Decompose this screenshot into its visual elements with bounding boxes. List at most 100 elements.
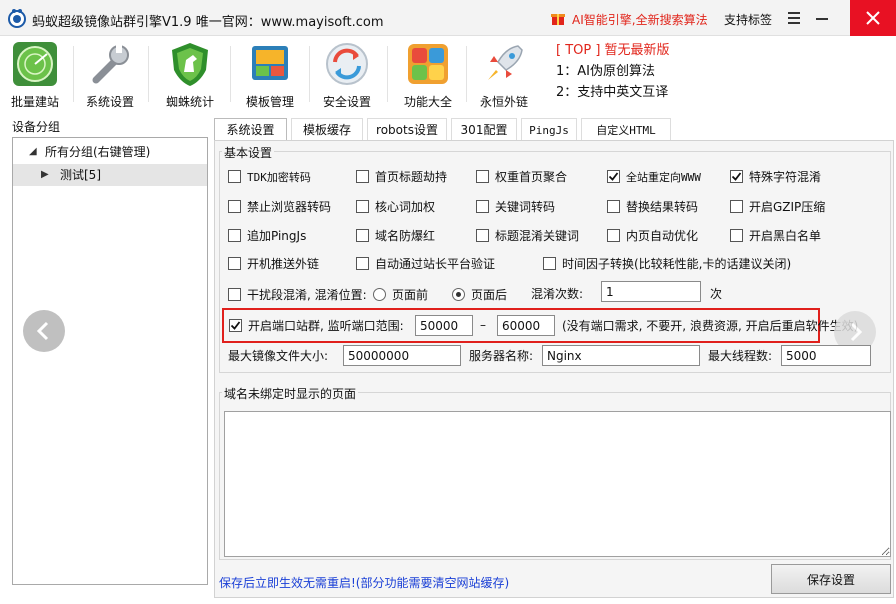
toolbar-spider-stats[interactable]: 蜘蛛统计 [155,40,225,110]
port-to-input[interactable] [497,315,555,336]
checkbox-box[interactable] [730,200,743,213]
close-icon [866,11,880,25]
obfuscate-count-unit: 次 [710,287,723,301]
tree-root-all-groups[interactable]: ◢ 所有分组(右键管理) [13,141,207,163]
toolbar-divider [148,46,149,102]
checkbox-label: 开启端口站群, 监听端口范围: [248,319,404,333]
toolbar-divider [73,46,74,102]
toolbar-divider [387,46,388,102]
max-threads-input[interactable] [781,345,871,366]
checkbox-box[interactable] [356,257,369,270]
gift-icon [551,14,565,25]
checkbox-box[interactable] [543,257,556,270]
ai-engine-link[interactable]: AI智能引擎,全新搜索算法 [572,11,708,28]
radio-label: 页面后 [471,288,508,302]
checkbox-box[interactable] [730,170,743,183]
chevron-down-icon[interactable]: ◢ [29,141,37,163]
tab-template-cache[interactable]: 模板缓存 [291,118,363,140]
shield-horse-icon [172,43,208,86]
checkbox-box[interactable] [356,229,369,242]
support-tags-link[interactable]: 支持标签 [724,11,772,28]
checkbox-label: 核心词加权 [375,200,436,214]
checkbox-box[interactable] [476,229,489,242]
toolbar-permanent-links[interactable]: 永恒外链 [469,40,539,110]
tab-custom-html[interactable]: 自定义HTML [581,118,671,140]
tab-label: 模板缓存 [302,123,351,137]
basic-settings-legend: 基本设置 [222,144,275,161]
window-title: 蚂蚁超级镜像站群引擎V1.9 唯一官网：www.mayisoft.com [32,15,384,30]
toolbar-label: 批量建站 [10,95,59,109]
notice-line: 2：支持中英文互译 [556,85,669,100]
checkbox-label: 域名防爆红 [375,229,436,243]
checkbox-box[interactable] [356,200,369,213]
save-button[interactable]: 保存设置 [771,564,891,594]
checkbox-label: 开启黑白名单 [749,229,822,243]
tab-pingjs[interactable]: PingJs [521,118,577,140]
checkbox-box[interactable] [229,319,242,332]
max-file-size-label: 最大镜像文件大小: [228,349,329,363]
radio-circle[interactable] [452,288,465,301]
toolbar-label: 永恒外链 [479,95,528,109]
tab-label: 系统设置 [226,123,275,137]
notice-top: [ TOP ] 暂无最新版 [556,43,670,58]
toolbar-system-settings[interactable]: 系统设置 [75,40,145,110]
checkbox-box[interactable] [607,229,620,242]
chevron-right-icon[interactable]: ▶ [41,164,49,186]
device-group-title: 设备分组 [12,120,61,134]
tab-robots[interactable]: robots设置 [367,118,447,140]
tree-item-test[interactable]: ▶ 测试[5] [13,164,207,186]
nav-prev-button[interactable] [23,310,65,352]
port-from-input[interactable] [415,315,473,336]
app-grid-icon [408,44,448,84]
settings-tabs: 系统设置 模板缓存 robots设置 301配置 PingJs 自定义HTML [214,118,894,141]
unbound-page-textarea[interactable] [224,411,891,557]
minimize-icon[interactable] [812,8,832,28]
title-bar: 蚂蚁超级镜像站群引擎V1.9 唯一官网：www.mayisoft.com AI智… [0,0,896,36]
close-button[interactable] [850,0,896,36]
main-toolbar: 批量建站 系统设置 蜘蛛统计 模板管理 安全设置 功能大全 永恒外链 [TOP… [0,36,896,114]
checkbox-box[interactable] [476,200,489,213]
obfuscate-count-label: 混淆次数: [531,287,584,301]
tree-item-label: 所有分组(右键管理) [45,145,151,159]
toolbar-label: 蜘蛛统计 [165,95,214,109]
port-range-dash: – [480,318,486,332]
chevron-left-icon [36,321,49,341]
toolbar-label: 安全设置 [322,95,371,109]
server-name-input[interactable] [542,345,700,366]
checkbox-label: 关键词转码 [495,200,556,214]
notice-line: 1：AI伪原创算法 [556,64,655,79]
checkbox-box[interactable] [607,200,620,213]
checkbox-box[interactable] [730,229,743,242]
toolbar-security-settings[interactable]: 安全设置 [312,40,382,110]
refresh-circle-icon [326,43,368,85]
toolbar-label: 模板管理 [245,95,294,109]
checkbox-box[interactable] [228,170,241,183]
checkbox-box[interactable] [228,288,241,301]
max-file-size-input[interactable] [343,345,461,366]
menu-icon[interactable] [786,12,802,24]
checkbox-label: 时间因子转换(比较耗性能,卡的话建议关闭) [562,257,792,271]
checkbox-box[interactable] [228,200,241,213]
checkbox-label: 禁止浏览器转码 [247,200,332,214]
checkbox-box[interactable] [356,170,369,183]
toolbar-divider [230,46,231,102]
checkbox-box[interactable] [228,257,241,270]
check-icon [230,321,241,330]
checkbox-box[interactable] [228,229,241,242]
checkbox-box[interactable] [607,170,620,183]
checkbox-box[interactable] [476,170,489,183]
checkbox-label: 首页标题劫持 [375,170,448,184]
server-name-label: 服务器名称: [469,349,534,363]
tab-301[interactable]: 301配置 [451,118,517,140]
tab-system-settings[interactable]: 系统设置 [214,118,287,141]
save-note: 保存后立即生效无需重启!(部分功能需要清空网站缓存) [219,576,510,590]
checkbox-label: 开机推送外链 [247,257,320,271]
checkbox-label: 权重首页聚合 [495,170,568,184]
toolbar-template-manage[interactable]: 模板管理 [235,40,305,110]
device-group-tree[interactable]: ◢ 所有分组(右键管理) ▶ 测试[5] [12,137,208,585]
toolbar-all-features[interactable]: 功能大全 [393,40,463,110]
checkbox-label: 追加PingJs [247,229,307,243]
obfuscate-count-input[interactable] [601,281,701,302]
radio-circle[interactable] [373,288,386,301]
toolbar-batch-build[interactable]: 批量建站 [0,40,70,110]
